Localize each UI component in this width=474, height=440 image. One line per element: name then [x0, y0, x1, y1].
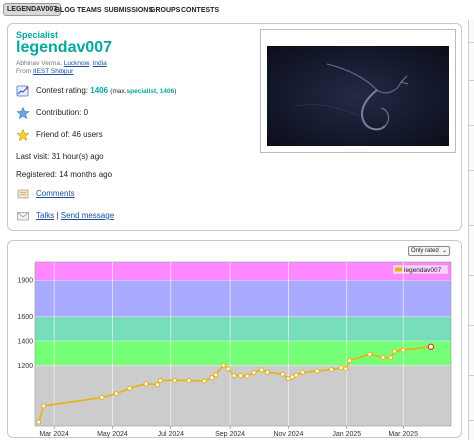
data-point [367, 351, 373, 357]
data-point [157, 377, 163, 383]
legend-swatch [395, 267, 402, 272]
data-point [400, 347, 406, 353]
city-link[interactable]: Lucknow [64, 60, 89, 67]
data-point [427, 343, 435, 350]
rating-chart: 1200 1400 1600 1900 Mar 2024 May 2024 Jul 2024… [17, 261, 452, 438]
data-point [99, 394, 105, 400]
comments-link[interactable]: Comments [36, 187, 75, 201]
user-location: Abhinav Verma, Lucknow, India [16, 60, 107, 67]
country-link[interactable]: India [93, 60, 107, 67]
user-organization: From IIEST Shibpur [16, 68, 73, 75]
registered-row: Registered: 14 months ago [16, 168, 112, 182]
y-tick-label: 1400 [17, 338, 33, 345]
data-point [300, 369, 306, 375]
data-point [213, 372, 219, 378]
data-point [41, 403, 47, 409]
data-point [143, 381, 149, 387]
star-gold-icon [16, 129, 30, 141]
contribution-label: Contribution: [36, 108, 82, 117]
scroll-icon [17, 189, 29, 199]
rank-band [35, 365, 451, 426]
data-point [172, 377, 178, 383]
sidebar-edge [468, 20, 474, 440]
from-label: From [16, 68, 32, 75]
star-blue-icon [16, 107, 30, 119]
rank-band [35, 316, 451, 341]
data-point [293, 372, 299, 378]
contribution-value: 0 [83, 108, 89, 117]
nav-item-submissions[interactable]: SUBMISSIONS [104, 4, 153, 17]
data-point [343, 366, 349, 372]
y-tick-label: 1600 [17, 314, 33, 321]
data-point [251, 370, 257, 376]
rating-value: 1406 [90, 86, 109, 95]
nav-item-blog[interactable]: BLOG [55, 4, 75, 17]
data-point [264, 369, 270, 375]
data-point [113, 391, 119, 397]
nav-item-teams[interactable]: TEAMS [77, 4, 102, 17]
data-point [314, 368, 320, 374]
data-point [328, 367, 334, 373]
talks-link[interactable]: Talks [36, 211, 54, 220]
rated-filter-select[interactable]: Only rated ⌄ [408, 246, 450, 256]
x-tick-label: May 2024 [97, 431, 128, 438]
nav-item-profile[interactable]: LEGENDAV007 [3, 3, 62, 16]
x-tick-label: Sep 2024 [215, 431, 245, 438]
send-message-link[interactable]: Send message [61, 211, 114, 220]
nav-item-groups[interactable]: GROUPS [150, 4, 180, 17]
data-point [280, 371, 286, 377]
y-tick-label: 1200 [17, 363, 33, 370]
nav-item-contests[interactable]: CONTESTS [181, 4, 219, 17]
registered-text: Registered: 14 months ago [16, 170, 113, 179]
x-tick-label: Mar 2025 [388, 431, 418, 438]
data-point [220, 362, 226, 368]
data-point [209, 375, 215, 381]
envelope-icon [17, 212, 29, 221]
data-point [244, 373, 250, 379]
data-point [231, 372, 237, 378]
data-point [201, 378, 207, 384]
rank-band [35, 262, 451, 281]
top-nav: LEGENDAV007 BLOG TEAMS SUBMISSIONS GROUP… [0, 0, 474, 20]
x-tick-label: Nov 2024 [273, 431, 303, 438]
data-point [380, 354, 386, 360]
organization-link[interactable]: IIEST Shibpur [33, 68, 73, 75]
x-tick-label: Mar 2024 [39, 431, 69, 438]
x-tick-label: Jul 2024 [158, 431, 185, 438]
data-point [186, 377, 192, 383]
data-point [388, 355, 394, 361]
data-point [238, 373, 244, 379]
x-tick-label: Jan 2025 [332, 431, 361, 438]
data-point [225, 366, 231, 372]
y-tick-label: 1900 [17, 278, 33, 285]
user-photo-frame [260, 29, 456, 153]
legend-label: legendav007 [404, 267, 442, 274]
data-point [36, 419, 42, 425]
dragon-logo-image [294, 63, 409, 131]
last-visit-text: Last visit: 31 hour(s) ago [16, 152, 104, 161]
rank-band [35, 340, 451, 366]
user-handle: legendav007 [16, 39, 113, 56]
last-visit-row: Last visit: 31 hour(s) ago [16, 150, 104, 164]
rating-chart-card: Only rated ⌄ 1200 1400 1600 1900 Mar 2024 May… [7, 240, 462, 438]
max-rating: specialist, 1406 [126, 88, 175, 95]
rating-label: Contest rating: [36, 86, 89, 95]
user-avatar[interactable] [267, 46, 449, 146]
user-full-name: Abhinav Verma, [16, 60, 62, 67]
profile-card: Specialist legendav007 Abhinav Verma, Lu… [7, 23, 462, 231]
chevron-down-icon: ⌄ [441, 248, 447, 254]
data-point [154, 382, 160, 388]
friend-of-text: Friend of: 46 users [36, 130, 103, 139]
data-point [392, 348, 398, 354]
data-point [338, 365, 344, 371]
rank-band [35, 280, 451, 317]
rated-filter-value: Only rated [411, 248, 439, 254]
data-point [347, 358, 353, 364]
rating-chart-icon [16, 85, 29, 97]
data-point [127, 385, 133, 391]
data-point [259, 367, 265, 373]
